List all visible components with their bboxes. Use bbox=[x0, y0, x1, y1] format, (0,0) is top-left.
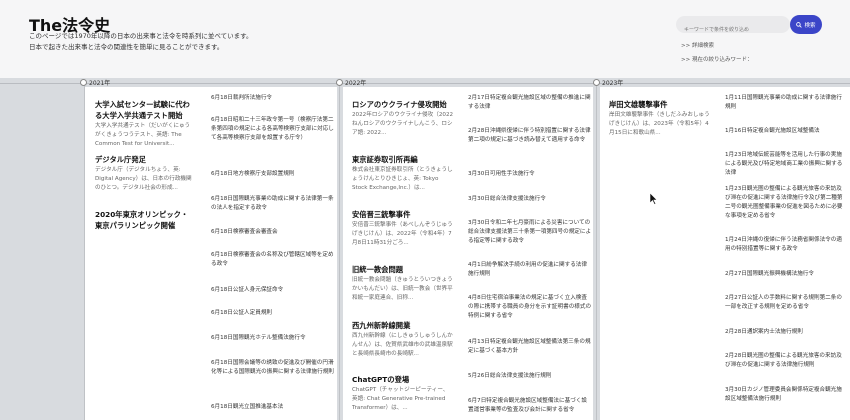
event-title: 旧統一教会問題 bbox=[352, 265, 404, 274]
event-item[interactable]: 2020年東京オリンピック・東京パラリンピック開催 bbox=[95, 209, 195, 231]
search-input[interactable] bbox=[676, 21, 790, 39]
event-item[interactable]: 岸田文雄襲撃事件 岸田文雄襲撃事件（きしだふみおしゅうげきじけん）は、2023年… bbox=[609, 99, 713, 138]
event-description: 大学入学共通テスト（だいがくにゅうがくきょうつうテスト、英語: The Comm… bbox=[95, 123, 191, 147]
description-line: このページでは1970年以降の日本の出来事と法令を時系列に並べています。 bbox=[29, 32, 253, 40]
site-description: このページでは1970年以降の日本の出来事と法令を時系列に並べています。 日本で… bbox=[29, 31, 253, 53]
event-description: 岸田文雄襲撃事件（きしだふみおしゅうげきじけん）は、2023年（令和5年）4月1… bbox=[609, 112, 710, 136]
timeline: 2021年 2022年 2023年 大学入試センター試験に代わる大学入学共通テス… bbox=[0, 78, 850, 420]
law-item[interactable]: 6月18日国際観光ホテル整備法施行令 bbox=[211, 334, 335, 343]
year-marker-dot bbox=[593, 79, 600, 86]
search-button-label: 検索 bbox=[804, 22, 816, 29]
event-description: 2022年ロシアのウクライナ侵攻（2022ねんロシアのウクライナしんこう、ロシア… bbox=[352, 112, 454, 136]
event-item[interactable]: ChatGPTの登場 ChatGPT（チャットジーピーティー、英語: Chat … bbox=[352, 374, 454, 413]
law-item[interactable]: 6月18日国際観光事業の助成に関する法律第一条の法人を指定する政令 bbox=[211, 195, 335, 213]
header: The法令史 このページでは1970年以降の日本の出来事と法令を時系列に並べてい… bbox=[0, 0, 850, 78]
event-title: 安倍晋三銃撃事件 bbox=[352, 210, 411, 219]
law-item[interactable]: 6月18日公証人定員規則 bbox=[211, 309, 335, 318]
year-divider bbox=[596, 83, 597, 420]
event-item[interactable]: デジタル庁発足 デジタル庁（デジタルちょう、英: Digital Agency）… bbox=[95, 154, 195, 193]
event-description: 西九州新幹線（にしきゅうしゅうしんかんせん）は、佐賀県武雄市の武雄温泉駅と長崎県… bbox=[352, 333, 453, 357]
event-title: 西九州新幹線開業 bbox=[352, 321, 411, 330]
law-item[interactable]: 2月17日特定複合観光施設区域の整備の推進に関する法律 bbox=[468, 94, 592, 112]
law-item[interactable]: 2月27日国際観光振興機構法施行令 bbox=[725, 270, 847, 279]
search-box bbox=[676, 16, 790, 39]
event-item[interactable]: 旧統一教会問題 旧統一教会問題（きゅうとういつきょうかいもんだい）は、旧統一教会… bbox=[352, 264, 454, 303]
law-item[interactable]: 3月30日総合法律支援法施行令 bbox=[468, 195, 592, 204]
event-item[interactable]: 東京証券取引所再編 株式会社東京証券取引所（とうきょうしょうけんとりひきじょ、英… bbox=[352, 154, 454, 193]
description-line: 日本で起きた出来事と法令の関連性を簡単に見ることができます。 bbox=[29, 43, 224, 51]
law-item[interactable]: 6月18日昭和二十三年政令第一号（検察庁法第二条第四項の規定による各高等検察庁支… bbox=[211, 116, 335, 143]
law-item[interactable]: 6月18日検察審査会審査会 bbox=[211, 228, 335, 237]
current-filter-link[interactable]: >> 現在の絞り込みワード： bbox=[681, 55, 752, 63]
year-marker-dot bbox=[336, 79, 343, 86]
event-title: 東京証券取引所再編 bbox=[352, 155, 418, 164]
event-title: 岸田文雄襲撃事件 bbox=[609, 100, 668, 109]
event-title: 2020年東京オリンピック・東京パラリンピック開催 bbox=[95, 210, 189, 230]
law-item[interactable]: 1月24日沖縄の復帰に伴う法務省関係法令の適用の特別措置等に関する政令 bbox=[725, 236, 847, 254]
event-title: ロシアのウクライナ侵攻開始 bbox=[352, 100, 447, 109]
advanced-search-link[interactable]: >> 詳細検索 bbox=[681, 41, 714, 49]
event-description: 旧統一教会問題（きゅうとういつきょうかいもんだい）は、旧統一教会（世界平和統一家… bbox=[352, 277, 453, 301]
law-item[interactable]: 1月23日観光圏の整備による観光旅客の来訪及び滞在の促進に関する法律施行令及び第… bbox=[725, 185, 847, 221]
law-item[interactable]: 6月18日検察審査会の名称及び管轄区域等を定める政令 bbox=[211, 251, 335, 269]
law-item[interactable]: 6月18日観光立国推進基本法 bbox=[211, 403, 335, 412]
law-item[interactable]: 2月28日沖縄県復帰に伴う特別措置に関する法律第二項の規定に基づき読み替えて適用… bbox=[468, 127, 592, 145]
law-item[interactable]: 6月18日国際会議等の誘致の促進及び開催の円滑化等による国際観光の振興に関する法… bbox=[211, 359, 335, 377]
event-description: デジタル庁（デジタルちょう、英: Digital Agency）は、日本の行政機… bbox=[95, 167, 192, 191]
law-item[interactable]: 6月18日裁判所法施行令 bbox=[211, 94, 335, 103]
event-title: デジタル庁発足 bbox=[95, 155, 146, 164]
law-item[interactable]: 6月18日公証人身元保証命令 bbox=[211, 286, 335, 295]
event-item[interactable]: ロシアのウクライナ侵攻開始 2022年ロシアのウクライナ侵攻（2022ねんロシア… bbox=[352, 99, 454, 138]
event-title: ChatGPTの登場 bbox=[352, 375, 410, 384]
year-divider bbox=[84, 83, 85, 420]
event-item[interactable]: 大学入試センター試験に代わる大学入学共通テスト開始 大学入学共通テスト（だいがく… bbox=[95, 99, 195, 149]
law-item[interactable]: 2月27日公証人の手数料に関する規則第二条の一部を改正する規則を定める省令 bbox=[725, 294, 847, 312]
event-title: 大学入試センター試験に代わる大学入学共通テスト開始 bbox=[95, 100, 190, 120]
law-item[interactable]: 4月13日特定複合観光施設区域整備法第三条の規定に基づく基本方針 bbox=[468, 338, 592, 356]
event-item[interactable]: 西九州新幹線開業 西九州新幹線（にしきゅうしゅうしんかんせん）は、佐賀県武雄市の… bbox=[352, 320, 454, 359]
search-icon bbox=[796, 21, 803, 28]
mouse-cursor-icon bbox=[650, 193, 658, 205]
law-item[interactable]: 2月28日通訳案内士法施行規則 bbox=[725, 328, 847, 337]
event-description: ChatGPT（チャットジーピーティー、英語: Chat Generative … bbox=[352, 387, 449, 411]
law-item[interactable]: 3月30日カジノ管理委員会関係特定複合観光施設区域整備法施行規則 bbox=[725, 386, 847, 404]
law-item[interactable]: 3月30日令和二年七月豪雨による災害についての総合法律支援法第三十条第一項第四号… bbox=[468, 219, 592, 246]
law-item[interactable]: 5月26日総合法律支援法施行規則 bbox=[468, 372, 592, 381]
law-item[interactable]: 4月1日紛争解決手続の利用の促進に関する法律施行規則 bbox=[468, 261, 592, 279]
law-item[interactable]: 1月16日特定複合観光施設区域整備法 bbox=[725, 127, 847, 136]
year-marker-dot bbox=[80, 79, 87, 86]
law-item[interactable]: 4月8日住宅宿泊事業法の規定に基づく立入検査の際に携帯する職員の身分を示す証明書… bbox=[468, 294, 592, 321]
year-label: 2023年 bbox=[602, 80, 624, 87]
timeline-axis bbox=[0, 83, 850, 84]
law-item[interactable]: 1月11日国際観光事業の助成に関する法律施行規則 bbox=[725, 94, 847, 112]
event-description: 株式会社東京証券取引所（とうきょうしょうけんとりひきじょ、英: Tokyo St… bbox=[352, 167, 453, 191]
event-item[interactable]: 安倍晋三銃撃事件 安倍晋三銃撃事件（あべしんぞうじゅうげきじけん）は、2022年… bbox=[352, 209, 454, 248]
event-description: 安倍晋三銃撃事件（あべしんぞうじゅうげきじけん）は、2022年（令和4年）7月8… bbox=[352, 222, 453, 246]
search-button[interactable]: 検索 bbox=[790, 15, 822, 34]
law-item[interactable]: 1月23日地域伝統芸能等を活用した行事の実施による観光及び特定地域商工業の振興に… bbox=[725, 151, 847, 178]
law-item[interactable]: 6月18日地方検察庁支部設置規則 bbox=[211, 170, 335, 179]
year-label: 2021年 bbox=[89, 80, 111, 87]
law-item[interactable]: 3月30日可用性手法施行令 bbox=[468, 170, 592, 179]
law-item[interactable]: 6月7日特定複合観光施設区域整備法に基づく設置運営事業等の監査及び会計に関する省… bbox=[468, 397, 592, 415]
year-label: 2022年 bbox=[345, 80, 367, 87]
year-divider bbox=[339, 83, 340, 420]
law-item[interactable]: 2月28日観光圏の整備による観光旅客の来訪及び滞在の促進に関する法律施行規則 bbox=[725, 352, 847, 370]
